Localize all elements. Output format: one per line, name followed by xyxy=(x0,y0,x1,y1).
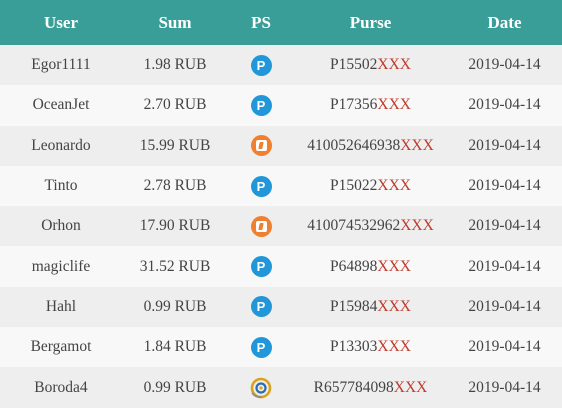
yandex-money-icon xyxy=(250,135,272,157)
cell-user: Egor1111 xyxy=(0,45,122,86)
purse-number: P17356 xyxy=(330,96,378,114)
table-row: Leonardo 15.99 RUB 410052646938XXX 2019-04-… xyxy=(0,125,562,166)
purse-mask: XXX xyxy=(393,378,428,396)
cell-ps: P xyxy=(228,286,294,328)
cell-sum: 2.70 RUB xyxy=(122,85,228,126)
cell-purse: R657784098XXX xyxy=(294,367,447,408)
cell-ps xyxy=(228,125,294,166)
cell-date: 2019-04-14 xyxy=(447,367,562,408)
payeer-icon: P xyxy=(250,94,272,116)
cell-ps xyxy=(228,367,294,408)
cell-user: Orhon xyxy=(0,206,122,247)
cell-ps xyxy=(228,206,294,247)
cell-user: Leonardo xyxy=(0,125,122,166)
purse-number: R657784098 xyxy=(313,378,394,396)
table-row: Boroda4 0.99 RUB R657784098XXX 2019-04-14 xyxy=(0,367,562,408)
header-date: Date xyxy=(447,0,562,45)
payeer-icon: P xyxy=(250,336,272,358)
table-row: Tinto 2.78 RUB P P15022XXX 2019-04-14 xyxy=(0,165,562,207)
header-user: User xyxy=(0,0,122,45)
cell-purse: 410052646938XXX xyxy=(294,125,447,166)
purse-number: P13303 xyxy=(330,338,378,356)
cell-purse: P13303XXX xyxy=(294,327,447,368)
purse-mask: XXX xyxy=(377,56,411,74)
table-row: Hahl 0.99 RUB P P15984XXX 2019-04-14 xyxy=(0,286,562,328)
cell-date: 2019-04-14 xyxy=(447,165,562,207)
purse-mask: XXX xyxy=(377,297,411,315)
table-row: OceanJet 2.70 RUB P P17356XXX 2019-04-14 xyxy=(0,85,562,126)
cell-sum: 31.52 RUB xyxy=(122,246,228,287)
cell-user: Bergamot xyxy=(0,327,122,368)
header-sum: Sum xyxy=(122,0,228,45)
cell-purse: P15022XXX xyxy=(294,165,447,207)
cell-user: magiclife xyxy=(0,246,122,287)
cell-user: Hahl xyxy=(0,286,122,328)
cell-date: 2019-04-14 xyxy=(447,286,562,328)
header-purse: Purse xyxy=(294,0,447,45)
header-row: User Sum PS Purse Date xyxy=(0,0,562,45)
cell-ps: P xyxy=(228,85,294,126)
cell-sum: 2.78 RUB xyxy=(122,165,228,207)
cell-date: 2019-04-14 xyxy=(447,327,562,368)
cell-ps: P xyxy=(228,45,294,86)
purse-mask: XXX xyxy=(400,136,434,154)
table-row: Orhon 17.90 RUB 410074532962XXX 2019-04-14 xyxy=(0,206,562,247)
cell-date: 2019-04-14 xyxy=(447,246,562,287)
purse-number: P15502 xyxy=(330,56,378,74)
payeer-icon: P xyxy=(250,296,272,318)
cell-ps: P xyxy=(228,165,294,207)
cell-date: 2019-04-14 xyxy=(447,85,562,126)
cell-purse: 410074532962XXX xyxy=(294,206,447,247)
purse-mask: XXX xyxy=(377,338,411,356)
cell-user: Tinto xyxy=(0,165,122,207)
cell-date: 2019-04-14 xyxy=(447,206,562,247)
cell-user: Boroda4 xyxy=(0,367,122,408)
cell-sum: 1.84 RUB xyxy=(122,327,228,368)
purse-number: P15022 xyxy=(330,177,378,195)
webmoney-icon xyxy=(249,376,273,400)
purse-mask: XXX xyxy=(377,257,411,275)
payeer-icon: P xyxy=(250,54,272,76)
payeer-icon: P xyxy=(250,175,272,197)
cell-ps: P xyxy=(228,327,294,368)
purse-number: 410074532962 xyxy=(307,217,401,235)
cell-ps: P xyxy=(228,246,294,287)
payeer-icon: P xyxy=(250,256,272,278)
purse-mask: XXX xyxy=(400,217,434,235)
cell-purse: P15984XXX xyxy=(294,286,447,328)
payouts-table: User Sum PS Purse Date Egor1111 1.98 RUB P… xyxy=(0,0,562,408)
cell-sum: 0.99 RUB xyxy=(122,367,228,408)
cell-date: 2019-04-14 xyxy=(447,125,562,166)
cell-purse: P17356XXX xyxy=(294,85,447,126)
table-row: Bergamot 1.84 RUB P P13303XXX 2019-04-14 xyxy=(0,327,562,368)
cell-sum: 15.99 RUB xyxy=(122,125,228,166)
purse-number: P64898 xyxy=(330,257,378,275)
table-header: User Sum PS Purse Date xyxy=(0,0,562,45)
table-body: Egor1111 1.98 RUB P P15502XXX 2019-04-14 Ocea… xyxy=(0,45,562,408)
cell-sum: 1.98 RUB xyxy=(122,45,228,86)
cell-purse: P15502XXX xyxy=(294,45,447,86)
yandex-money-icon xyxy=(250,215,272,237)
cell-sum: 17.90 RUB xyxy=(122,206,228,247)
purse-number: 410052646938 xyxy=(307,136,401,154)
purse-number: P15984 xyxy=(330,297,378,315)
cell-date: 2019-04-14 xyxy=(447,45,562,86)
table-row: magiclife 31.52 RUB P P64898XXX 2019-04-14 xyxy=(0,246,562,287)
table-row: Egor1111 1.98 RUB P P15502XXX 2019-04-14 xyxy=(0,45,562,86)
cell-purse: P64898XXX xyxy=(294,246,447,287)
purse-mask: XXX xyxy=(377,177,411,195)
header-ps: PS xyxy=(228,0,294,45)
cell-sum: 0.99 RUB xyxy=(122,286,228,328)
cell-user: OceanJet xyxy=(0,85,122,126)
purse-mask: XXX xyxy=(377,96,411,114)
